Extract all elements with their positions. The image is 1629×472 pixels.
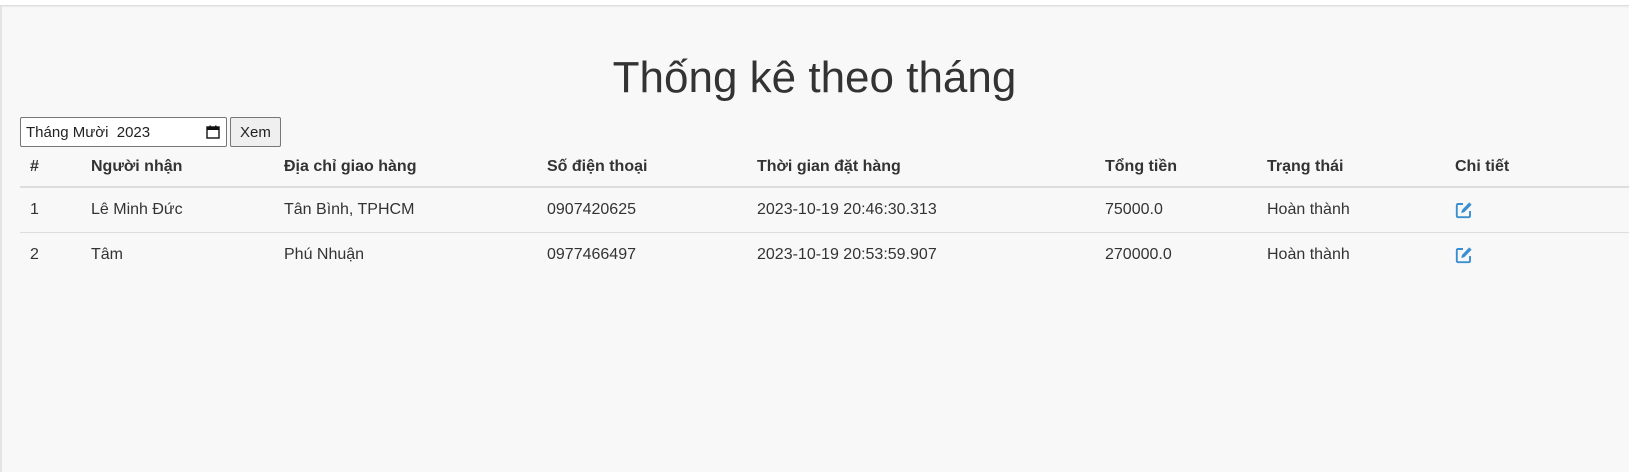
column-header-address: Địa chỉ giao hàng: [274, 148, 537, 188]
column-header-details: Chi tiết: [1445, 148, 1629, 188]
cell-order-time: 2023-10-19 20:53:59.907: [757, 246, 937, 263]
table-header-row: # Người nhận Địa chỉ giao hàng Số điện t…: [20, 148, 1629, 188]
column-header-phone: Số điện thoại: [537, 148, 747, 188]
page-title: Thống kê theo tháng: [612, 53, 1017, 102]
column-header-status: Trạng thái: [1257, 148, 1445, 188]
table-row: 1 Lê Minh Đức Tân Bình, TPHCM 0907420625…: [20, 187, 1629, 233]
cell-order-time: 2023-10-19 20:46:30.313: [747, 187, 1095, 233]
cell-phone: 0977466497: [547, 246, 636, 263]
cell-phone: 0907420625: [537, 187, 747, 233]
edit-icon[interactable]: [1455, 246, 1473, 264]
column-header-total: Tổng tiền: [1095, 148, 1257, 188]
month-input[interactable]: Tháng Mười 2023: [20, 117, 227, 147]
column-header-order-time: Thời gian đặt hàng: [747, 148, 1095, 188]
cell-recipient: Tâm: [91, 246, 123, 263]
column-header-recipient: Người nhận: [81, 148, 274, 188]
column-header-index: #: [20, 148, 81, 188]
cell-total: 75000.0: [1095, 187, 1257, 233]
cell-address: Tân Bình, TPHCM: [274, 187, 537, 233]
table-row: 2 Tâm Phú Nhuận 0977466497 2023-10-19 20…: [20, 233, 1629, 278]
cell-status: Hoàn thành: [1257, 187, 1445, 233]
edit-icon[interactable]: [1455, 201, 1473, 219]
calendar-icon[interactable]: [206, 125, 220, 139]
cell-total: 270000.0: [1105, 246, 1172, 263]
view-button[interactable]: Xem: [230, 117, 281, 147]
top-navbar: [0, 0, 1629, 6]
month-input-value: Tháng Mười 2023: [26, 123, 151, 141]
cell-status: Hoàn thành: [1267, 246, 1350, 263]
month-filter: Tháng Mười 2023 Xem: [20, 117, 281, 147]
cell-details: [1445, 233, 1629, 278]
cell-address: Phú Nhuận: [284, 246, 365, 263]
cell-recipient: Lê Minh Đức: [81, 187, 274, 233]
cell-index: 2: [30, 246, 39, 263]
cell-index: 1: [20, 187, 81, 233]
orders-table: # Người nhận Địa chỉ giao hàng Số điện t…: [20, 148, 1629, 277]
cell-details: [1445, 187, 1629, 233]
